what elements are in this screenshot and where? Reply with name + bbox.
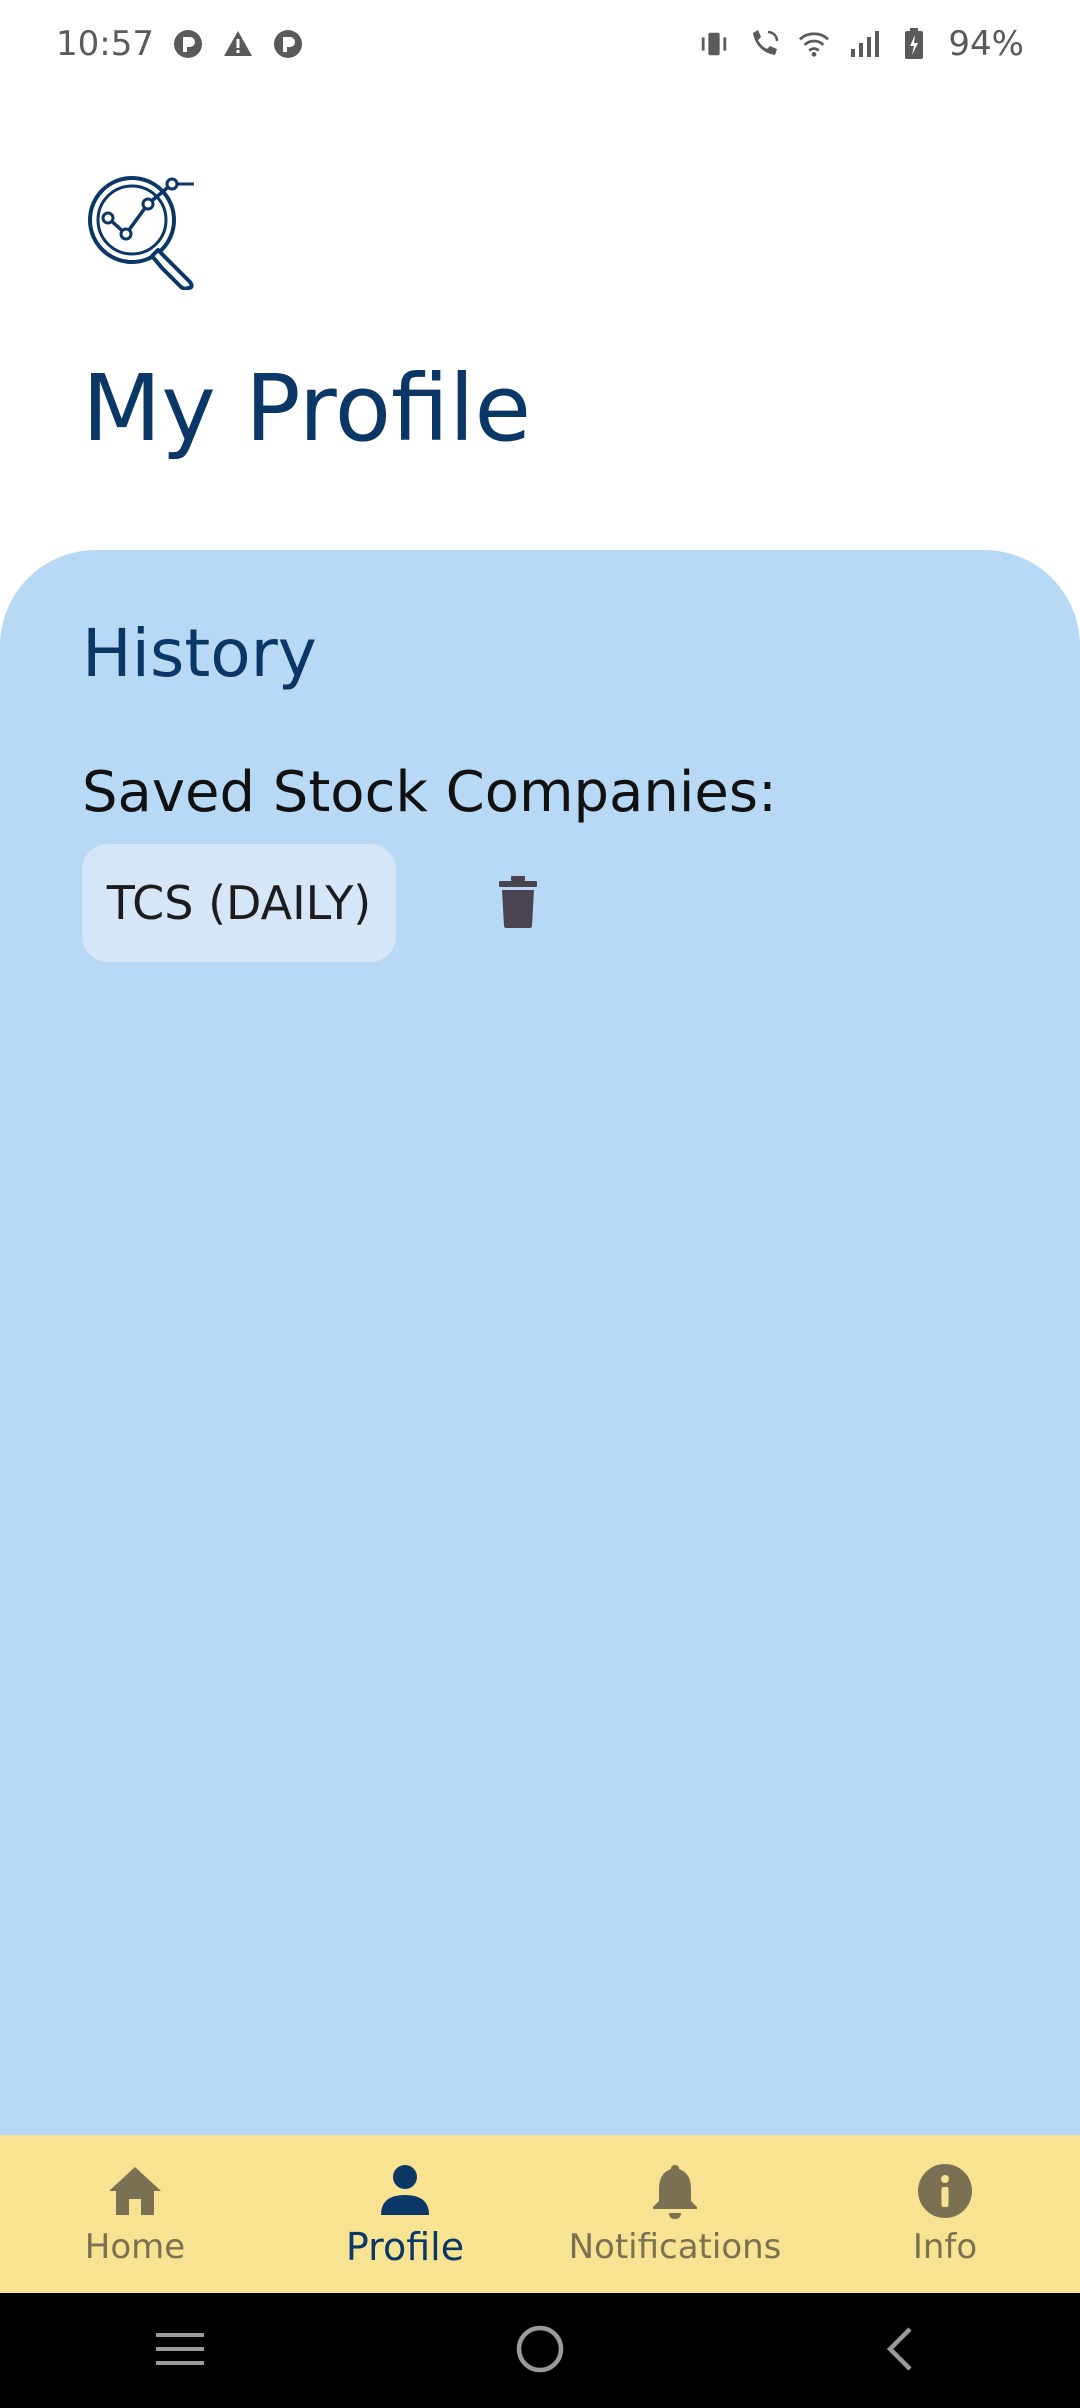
analytics-search-icon — [82, 170, 202, 291]
status-right: 94% — [698, 24, 1024, 64]
saved-companies-label: Saved Stock Companies: — [82, 760, 777, 825]
app-notification-icon — [272, 28, 304, 60]
nav-notifications[interactable]: Notifications — [540, 2135, 810, 2293]
bell-icon — [645, 2161, 705, 2221]
circle-icon — [514, 2323, 566, 2379]
warning-icon — [222, 28, 254, 60]
vibrate-icon — [698, 28, 730, 60]
wifi-icon — [798, 28, 830, 60]
signal-icon — [848, 28, 880, 60]
saved-company-label: TCS (DAILY) — [106, 876, 372, 930]
saved-company-chip[interactable]: TCS (DAILY) — [82, 844, 396, 962]
clock: 10:57 — [56, 24, 154, 64]
battery-icon — [898, 28, 930, 60]
info-icon — [915, 2161, 975, 2221]
trash-icon — [498, 876, 538, 932]
nav-profile-label: Profile — [345, 2225, 465, 2269]
status-left: 10:57 — [56, 24, 304, 64]
app-notification-icon — [172, 28, 204, 60]
nav-home-label: Home — [84, 2227, 186, 2267]
battery-percent: 94% — [948, 24, 1024, 64]
back-button[interactable] — [860, 2311, 940, 2391]
nav-profile[interactable]: Profile — [270, 2135, 540, 2293]
recent-apps-button[interactable] — [140, 2311, 220, 2391]
page-title: My Profile — [82, 355, 532, 462]
person-icon — [375, 2159, 435, 2219]
nav-notifications-label: Notifications — [568, 2227, 782, 2267]
delete-saved-company-button[interactable] — [488, 872, 548, 936]
status-bar: 10:57 94% — [0, 0, 1080, 88]
chevron-left-icon — [880, 2323, 920, 2379]
nav-info[interactable]: Info — [810, 2135, 1080, 2293]
nav-home[interactable]: Home — [0, 2135, 270, 2293]
nav-info-label: Info — [912, 2227, 978, 2267]
wifi-calling-icon — [748, 28, 780, 60]
bottom-navigation: Home Profile Notifications Info — [0, 2135, 1080, 2293]
home-icon — [105, 2161, 165, 2221]
history-title: History — [82, 615, 317, 692]
menu-icon — [154, 2329, 206, 2373]
home-system-button[interactable] — [500, 2311, 580, 2391]
system-navigation-bar — [0, 2293, 1080, 2408]
